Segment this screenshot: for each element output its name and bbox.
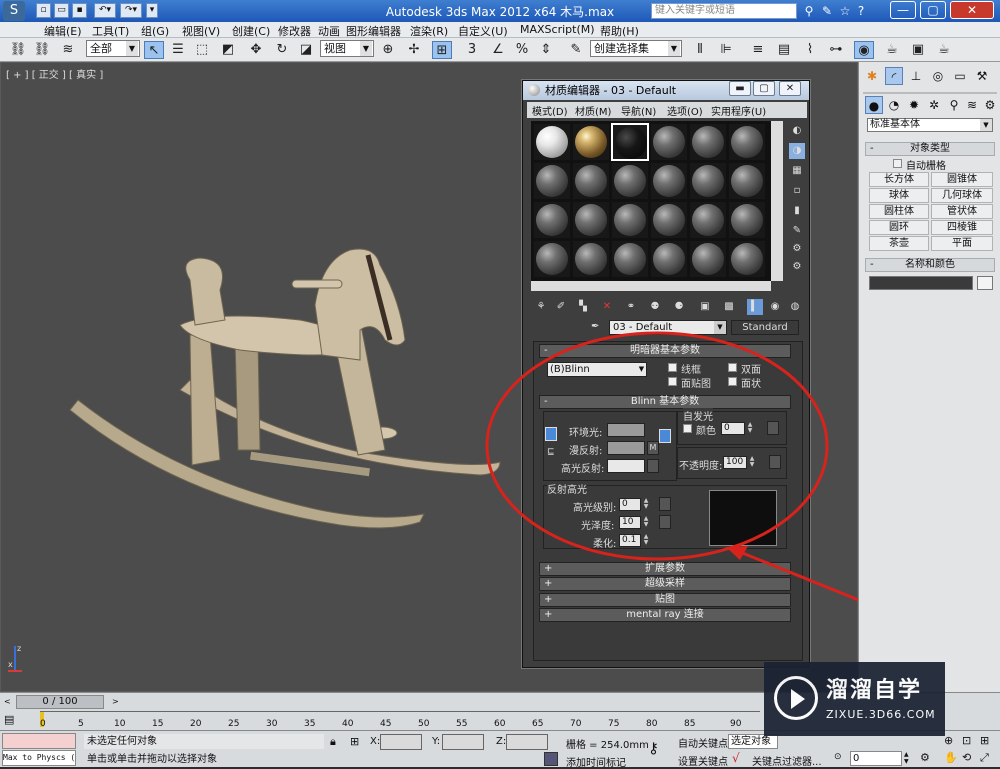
auto-key-button[interactable]: 自动关键点 (678, 735, 728, 750)
zoom-icon[interactable]: ⊕ (944, 734, 953, 747)
cylinder-button[interactable]: 圆柱体 (869, 204, 929, 219)
shapes-icon[interactable]: ◔ (885, 96, 903, 114)
modify-tab-icon[interactable]: ◜ (885, 67, 903, 85)
maxscript-mini-listener-top[interactable] (2, 733, 76, 749)
selection-lock-icon[interactable]: 🔒︎ (330, 735, 336, 749)
tick-label: 20 (190, 719, 202, 729)
maximize-viewport-icon[interactable]: ⤢ (980, 751, 989, 765)
watermark-url: ZIXUE.3D66.COM (826, 708, 936, 721)
rollout-minus-icon: - (870, 259, 874, 270)
name-color-rollout[interactable]: - 名称和颜色 (865, 258, 995, 272)
tick-label: 40 (342, 719, 354, 729)
object-type-rollout[interactable]: - 对象类型 (865, 142, 995, 156)
tick-label: 85 (684, 719, 696, 729)
tick-label: 0 (40, 719, 46, 729)
tick-label: 60 (494, 719, 506, 729)
time-tag-icon[interactable] (544, 752, 558, 766)
cameras-icon[interactable]: ✲ (925, 96, 943, 114)
prompt-line: 单击或单击并拖动以选择对象 (87, 754, 217, 765)
time-slider-next-icon[interactable]: > (112, 697, 122, 707)
plane-button[interactable]: 平面 (931, 236, 993, 251)
x-label: X: (370, 736, 381, 747)
name-color-title: 名称和颜色 (905, 259, 955, 270)
lights-icon[interactable]: ✹ (905, 96, 923, 114)
grid-size-label: 栅格 = 254.0mm (566, 740, 649, 751)
create-tab-icon[interactable]: ✱ (863, 67, 881, 85)
red-annotation-overlay (485, 331, 909, 622)
tick-label: 90 (730, 719, 742, 729)
geosphere-button[interactable]: 几何球体 (931, 188, 993, 203)
time-config-icon[interactable]: ⚙ (920, 751, 930, 764)
tick-label: 45 (380, 719, 392, 729)
tick-label: 25 (228, 719, 240, 729)
teapot-button[interactable]: 茶壶 (869, 236, 929, 251)
z-label: Z: (496, 736, 507, 747)
tick-label: 35 (304, 719, 316, 729)
x-coord-field[interactable] (380, 734, 422, 750)
motion-tab-icon[interactable]: ◎ (929, 67, 947, 85)
space-warps-icon[interactable]: ≋ (963, 96, 981, 114)
zoom-all-icon[interactable]: ⊞ (980, 734, 989, 747)
object-category-dropdown[interactable]: 标准基本体 (867, 118, 993, 132)
tick-label: 15 (152, 719, 164, 729)
panel-divider (863, 92, 997, 94)
helpers-icon[interactable]: ⚲ (945, 96, 963, 114)
annotation-ellipse (485, 331, 829, 561)
orbit-icon[interactable]: ⟲ (962, 751, 971, 764)
maxscript-mini-listener[interactable]: Max to Physcs ( (2, 750, 76, 766)
object-type-title: 对象类型 (910, 143, 950, 154)
play-mode-icon[interactable]: ⊙ (834, 752, 846, 764)
object-name-field[interactable] (869, 276, 973, 290)
pyramid-button[interactable]: 四棱锥 (931, 220, 993, 235)
y-coord-field[interactable] (442, 734, 484, 750)
display-tab-icon[interactable]: ▭ (951, 67, 969, 85)
watermark-brand: 溜溜自学 (826, 678, 923, 703)
command-panel: ✱ ◜ ⊥ ◎ ▭ ⚒ ● ◔ ✹ ✲ ⚲ ≋ ⚙ 标准基本体 ▼ - 对象类型… (858, 62, 1000, 692)
hierarchy-tab-icon[interactable]: ⊥ (907, 67, 925, 85)
y-label: Y: (432, 736, 441, 747)
torus-button[interactable]: 圆环 (869, 220, 929, 235)
absolute-mode-icon[interactable]: ⊞ (350, 735, 359, 748)
mini-curve-editor-icon[interactable]: ▤ (4, 713, 28, 727)
autogrid-label: 自动栅格 (906, 161, 946, 172)
tick-label: 55 (456, 719, 468, 729)
tick-label: 70 (570, 719, 582, 729)
time-slider-prev-icon[interactable]: < (4, 697, 14, 707)
tick-label: 5 (78, 719, 84, 729)
cone-button[interactable]: 圆锥体 (931, 172, 993, 187)
frame-spinner-icon[interactable]: ▲ ▼ (904, 751, 912, 766)
key-mode-icon[interactable]: √ (732, 751, 740, 765)
utilities-tab-icon[interactable]: ⚒ (973, 67, 991, 85)
z-coord-field[interactable] (506, 734, 548, 750)
watermark: 溜溜自学 ZIXUE.3D66.COM (764, 662, 945, 736)
tick-label: 10 (114, 719, 126, 729)
key-filters-button[interactable]: 关键点过滤器... (752, 753, 822, 768)
geometry-icon[interactable]: ● (865, 96, 883, 114)
current-frame-field[interactable]: 0 (850, 751, 902, 766)
tick-label: 65 (532, 719, 544, 729)
key-icon[interactable]: ⚷ (648, 739, 659, 757)
zoom-extents-icon[interactable]: ⊡ (962, 734, 971, 747)
selection-status: 未选定任何对象 (84, 734, 324, 749)
category-dropdown-arrow-icon[interactable]: ▼ (980, 119, 992, 131)
tick-label: 75 (608, 719, 620, 729)
selection-set-dropdown[interactable]: 选定对象 (728, 734, 778, 749)
time-slider[interactable]: 0 / 100 (16, 695, 104, 709)
tick-label: 80 (646, 719, 658, 729)
box-button[interactable]: 长方体 (869, 172, 929, 187)
tick-label: 50 (418, 719, 430, 729)
tick-label: 30 (266, 719, 278, 729)
sphere-button[interactable]: 球体 (869, 188, 929, 203)
pan-icon[interactable]: ✋ (944, 751, 958, 764)
watermark-logo-icon (774, 676, 818, 720)
tube-button[interactable]: 管状体 (931, 204, 993, 219)
autogrid-checkbox[interactable] (893, 159, 902, 168)
object-color-swatch[interactable] (977, 276, 993, 290)
set-key-button[interactable]: 设置关键点 (678, 753, 728, 768)
systems-icon[interactable]: ⚙ (981, 96, 999, 114)
rollout-minus-icon: - (870, 143, 874, 154)
